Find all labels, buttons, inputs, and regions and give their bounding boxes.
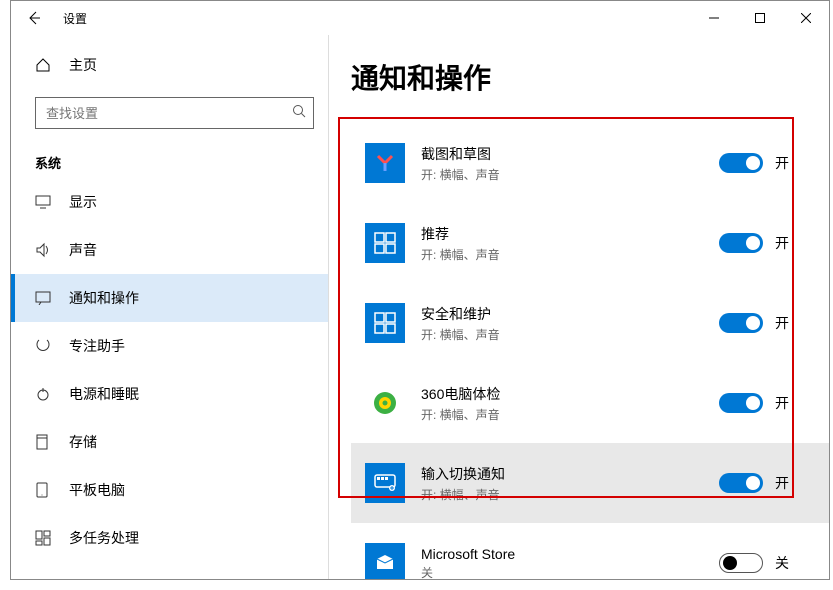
- minimize-button[interactable]: [691, 1, 737, 35]
- nav-item-multitask[interactable]: 多任务处理: [11, 514, 328, 562]
- arrow-left-icon: [26, 10, 42, 26]
- app-list: 截图和草图开: 横幅、声音开推荐开: 横幅、声音开安全和维护开: 横幅、声音开3…: [351, 123, 829, 579]
- toggle-state-label: 开: [775, 473, 789, 493]
- tablet-icon: [35, 482, 55, 498]
- app-name: 360电脑体检: [421, 384, 719, 404]
- app-text: 输入切换通知开: 横幅、声音: [421, 464, 719, 503]
- toggle-wrap: 开: [719, 233, 789, 253]
- content-area: 通知和操作 截图和草图开: 横幅、声音开推荐开: 横幅、声音开安全和维护开: 横…: [329, 35, 829, 579]
- nav-item-storage[interactable]: 存储: [11, 418, 328, 466]
- nav-label: 通知和操作: [69, 288, 139, 308]
- multitask-icon: [35, 530, 55, 546]
- power-icon: [35, 386, 55, 402]
- app-icon: [365, 543, 405, 579]
- app-icon: [365, 143, 405, 183]
- app-name: 截图和草图: [421, 144, 719, 164]
- toggle-switch[interactable]: [719, 313, 763, 333]
- toggle-wrap: 开: [719, 313, 789, 333]
- nav-label: 专注助手: [69, 336, 125, 356]
- nav-label: 声音: [69, 240, 97, 260]
- settings-window: 设置 主页: [10, 0, 830, 580]
- nav-label: 多任务处理: [69, 528, 139, 548]
- nav-item-power[interactable]: 电源和睡眠: [11, 370, 328, 418]
- app-sub: 开: 横幅、声音: [421, 406, 719, 423]
- app-text: 截图和草图开: 横幅、声音: [421, 144, 719, 183]
- back-button[interactable]: [11, 1, 57, 35]
- search-box[interactable]: [35, 97, 314, 129]
- app-icon: [365, 223, 405, 263]
- app-name: 安全和维护: [421, 304, 719, 324]
- toggle-state-label: 开: [775, 313, 789, 333]
- display-icon: [35, 195, 55, 209]
- app-text: 360电脑体检开: 横幅、声音: [421, 384, 719, 423]
- app-sub: 开: 横幅、声音: [421, 486, 719, 503]
- app-text: 推荐开: 横幅、声音: [421, 224, 719, 263]
- toggle-state-label: 开: [775, 153, 789, 173]
- app-row[interactable]: 安全和维护开: 横幅、声音 开: [351, 283, 829, 363]
- nav-item-display[interactable]: 显示: [11, 178, 328, 226]
- app-row[interactable]: Microsoft Store关关: [351, 523, 829, 579]
- toggle-switch[interactable]: [719, 473, 763, 493]
- app-text: Microsoft Store 关: [421, 546, 719, 580]
- app-row[interactable]: 推荐开: 横幅、声音 开: [351, 203, 829, 283]
- app-sub: 开: 横幅、声音: [421, 166, 719, 183]
- app-name: 推荐: [421, 224, 719, 244]
- nav-item-sound[interactable]: 声音: [11, 226, 328, 274]
- nav-label: 显示: [69, 192, 97, 212]
- app-row[interactable]: 360电脑体检开: 横幅、声音 开: [351, 363, 829, 443]
- sidebar: 主页 系统 显示声音通知和操作专注助手电源和睡眠存储平板电脑多任务处理: [11, 35, 329, 579]
- nav-label: 电源和睡眠: [69, 384, 139, 404]
- nav-label: 平板电脑: [69, 480, 125, 500]
- home-label: 主页: [69, 55, 97, 75]
- search-input[interactable]: [35, 97, 314, 129]
- window-controls: [691, 1, 829, 35]
- toggle-state-label: 关: [775, 553, 789, 573]
- app-icon: [365, 383, 405, 423]
- app-icon: [365, 303, 405, 343]
- notifications-icon: [35, 291, 55, 305]
- page-title: 通知和操作: [351, 57, 829, 97]
- search-icon: [292, 104, 306, 123]
- nav-item-tablet[interactable]: 平板电脑: [11, 466, 328, 514]
- close-icon: [801, 13, 811, 23]
- maximize-icon: [755, 13, 765, 23]
- toggle-switch[interactable]: [719, 553, 763, 573]
- toggle-switch[interactable]: [719, 233, 763, 253]
- window-title: 设置: [63, 10, 87, 27]
- app-text: 安全和维护开: 横幅、声音: [421, 304, 719, 343]
- app-row[interactable]: 输入切换通知开: 横幅、声音 开: [351, 443, 829, 523]
- app-sub: 关: [421, 564, 719, 580]
- sound-icon: [35, 242, 55, 258]
- app-name: 输入切换通知: [421, 464, 719, 484]
- toggle-switch[interactable]: [719, 153, 763, 173]
- toggle-switch[interactable]: [719, 393, 763, 413]
- app-sub: 开: 横幅、声音: [421, 246, 719, 263]
- home-icon: [35, 57, 55, 73]
- minimize-icon: [709, 13, 719, 23]
- app-icon: [365, 463, 405, 503]
- close-button[interactable]: [783, 1, 829, 35]
- section-title: 系统: [11, 145, 328, 178]
- app-sub: 开: 横幅、声音: [421, 326, 719, 343]
- toggle-wrap: 开: [719, 393, 789, 413]
- title-bar: 设置: [11, 1, 829, 35]
- storage-icon: [35, 434, 55, 450]
- focus-icon: [35, 338, 55, 354]
- nav-item-notifications[interactable]: 通知和操作: [11, 274, 328, 322]
- toggle-wrap: 关: [719, 553, 789, 573]
- app-name: Microsoft Store: [421, 546, 719, 562]
- nav-label: 存储: [69, 432, 97, 452]
- nav-item-focus[interactable]: 专注助手: [11, 322, 328, 370]
- maximize-button[interactable]: [737, 1, 783, 35]
- home-link[interactable]: 主页: [11, 43, 328, 87]
- toggle-wrap: 开: [719, 473, 789, 493]
- toggle-state-label: 开: [775, 393, 789, 413]
- toggle-state-label: 开: [775, 233, 789, 253]
- app-row[interactable]: 截图和草图开: 横幅、声音 开: [351, 123, 829, 203]
- toggle-wrap: 开: [719, 153, 789, 173]
